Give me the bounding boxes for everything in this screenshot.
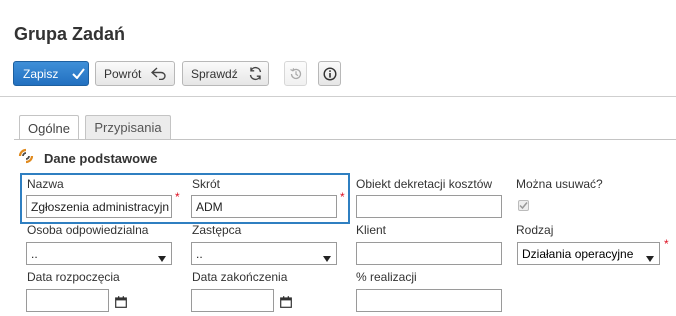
skrot-required-mark: * xyxy=(340,190,345,204)
rodzaj-label: Rodzaj xyxy=(516,223,554,237)
nazwa-label: Nazwa xyxy=(27,177,64,191)
zastepca-select-value: .. xyxy=(196,246,203,261)
osoba-select-value: .. xyxy=(31,246,38,261)
osoba-label: Osoba odpowiedzialna xyxy=(27,223,149,237)
toolbar-divider xyxy=(0,96,676,97)
data-zakonczenia-input[interactable] xyxy=(191,289,274,312)
section-title: Dane podstawowe xyxy=(44,151,158,166)
check-icon xyxy=(72,68,86,79)
calendar-icon[interactable] xyxy=(280,295,292,313)
save-button[interactable]: Zapisz xyxy=(13,61,89,86)
info-icon xyxy=(322,66,337,81)
back-button[interactable]: Powrót xyxy=(95,61,175,86)
dropdown-arrow-icon xyxy=(158,251,166,264)
tab-general[interactable]: Ogólne xyxy=(19,115,79,140)
history-icon xyxy=(289,67,303,81)
data-zakonczenia-label: Data zakończenia xyxy=(192,270,288,284)
mozna-usuwac-label: Można usuwać? xyxy=(516,177,603,191)
realizacja-label: % realizacji xyxy=(356,270,417,284)
zastepca-select[interactable]: .. xyxy=(191,242,337,265)
skrot-label: Skrót xyxy=(192,177,221,191)
rodzaj-select[interactable]: Działania operacyjne xyxy=(517,242,660,265)
check-button[interactable]: Sprawdź xyxy=(182,61,269,86)
section-header: Dane podstawowe xyxy=(17,147,157,170)
save-button-label: Zapisz xyxy=(23,66,59,81)
obiekt-label: Obiekt dekretacji kosztów xyxy=(356,177,493,191)
zastepca-label: Zastępca xyxy=(192,223,242,237)
osoba-select[interactable]: .. xyxy=(26,242,172,265)
refresh-icon xyxy=(248,66,263,81)
section-spinner-icon xyxy=(17,147,35,170)
rodzaj-select-value: Działania operacyjne xyxy=(522,246,634,261)
back-button-label: Powrót xyxy=(104,66,142,81)
mozna-usuwac-checkbox[interactable] xyxy=(518,200,529,211)
nazwa-required-mark: * xyxy=(175,190,180,204)
dropdown-arrow-icon xyxy=(323,251,331,264)
obiekt-input[interactable] xyxy=(356,195,502,218)
calendar-icon[interactable] xyxy=(115,295,127,313)
data-rozpoczecia-input[interactable] xyxy=(26,289,109,312)
check-button-label: Sprawdź xyxy=(191,66,238,81)
page-title: Grupa Zadań xyxy=(14,24,126,44)
klient-label: Klient xyxy=(356,223,387,237)
nazwa-input[interactable]: Zgłoszenia administracyjn xyxy=(26,195,172,218)
dropdown-arrow-icon xyxy=(646,251,654,264)
history-button[interactable] xyxy=(284,61,307,86)
klient-input[interactable] xyxy=(356,242,502,265)
skrot-input[interactable]: ADM xyxy=(191,195,337,218)
tab-assignments[interactable]: Przypisania xyxy=(85,115,171,139)
rodzaj-required-mark: * xyxy=(664,237,669,251)
tab-underline xyxy=(14,139,676,140)
realizacja-input[interactable] xyxy=(356,289,502,312)
undo-arrow-icon xyxy=(151,67,167,80)
data-rozpoczecia-label: Data rozpoczęcia xyxy=(27,270,120,284)
info-button[interactable] xyxy=(318,61,341,86)
